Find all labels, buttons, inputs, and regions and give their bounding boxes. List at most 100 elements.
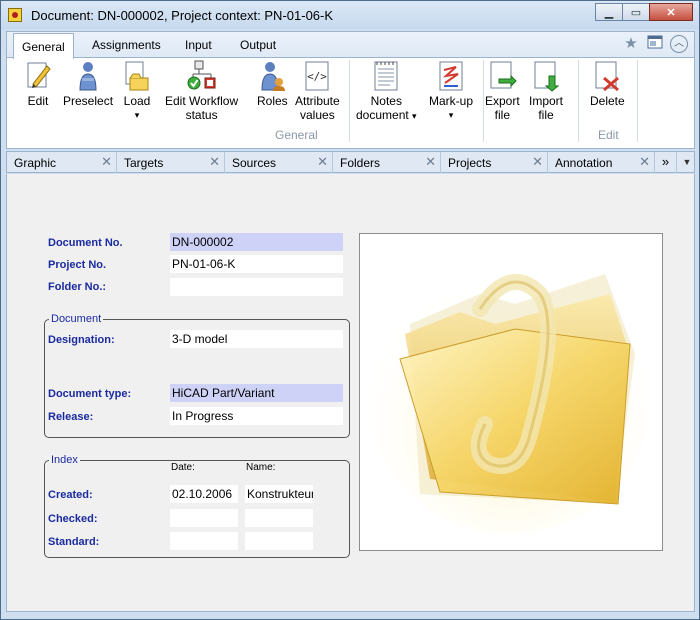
maximize-button[interactable]: ▭ [622, 3, 650, 21]
tab-assignments[interactable]: Assignments [92, 38, 161, 52]
tab-targets[interactable]: Targets ✕ [117, 152, 225, 173]
star-icon[interactable]: ★ [622, 35, 640, 53]
maximize-icon: ▭ [630, 6, 642, 19]
export-file-label-2: file [494, 108, 511, 122]
notes-document-button[interactable]: Notes document ▾ [356, 60, 417, 123]
tab-projects[interactable]: Projects ✕ [441, 152, 548, 173]
tab-sources[interactable]: Sources ✕ [225, 152, 333, 173]
close-icon[interactable]: ✕ [532, 154, 543, 170]
release-field[interactable]: In Progress [170, 407, 343, 425]
group-label-edit: Edit [598, 128, 619, 142]
delete-icon [592, 60, 622, 92]
roles-button-label: Roles [257, 94, 288, 108]
title-bar[interactable]: Document: DN-000002, Project context: PN… [1, 1, 699, 29]
roles-icon [257, 60, 287, 92]
export-file-icon [487, 60, 518, 92]
created-date-field[interactable]: 02.10.2006 [170, 485, 238, 503]
markup-button[interactable]: Mark-up ▾ [429, 60, 473, 122]
document-window: Document: DN-000002, Project context: PN… [0, 0, 700, 620]
document-preview [359, 233, 663, 551]
created-label: Created: [48, 489, 93, 501]
document-group-title: Document [49, 313, 104, 325]
edit-button[interactable]: Edit [23, 60, 53, 108]
tab-sources-label: Sources [232, 156, 277, 170]
checked-label: Checked: [48, 513, 98, 525]
edit-workflow-status-button[interactable]: Edit Workflow status [165, 60, 238, 122]
import-file-button[interactable]: Import file [529, 60, 563, 122]
folder-no-field[interactable] [170, 278, 343, 296]
window-icon[interactable] [646, 35, 664, 53]
attribute-values-label-2: values [300, 108, 335, 122]
collapse-icon[interactable]: ︿ [670, 35, 688, 53]
load-button-label: Load [123, 94, 151, 108]
close-icon[interactable]: ✕ [101, 154, 112, 170]
export-file-button[interactable]: Export file [485, 60, 520, 122]
tab-list-dropdown[interactable]: ▼ [679, 152, 695, 173]
checked-date-field[interactable] [170, 509, 238, 527]
import-file-icon [531, 60, 561, 92]
edit-button-label: Edit [27, 94, 49, 108]
minimize-button[interactable]: ▁ [595, 3, 623, 21]
tab-targets-label: Targets [124, 156, 164, 170]
close-icon[interactable]: ✕ [209, 154, 220, 170]
close-icon[interactable]: ✕ [317, 154, 328, 170]
name-column-header: Name: [246, 462, 276, 473]
close-icon: ✕ [666, 6, 676, 19]
window-title: Document: DN-000002, Project context: PN… [31, 8, 334, 23]
markup-button-label: Mark-up [429, 94, 474, 108]
minimize-icon: ▁ [604, 6, 614, 19]
window-bottom-border [6, 612, 695, 618]
tab-output[interactable]: Output [240, 38, 276, 52]
more-tabs-button[interactable]: » [655, 152, 677, 173]
document-no-field[interactable]: DN-000002 [170, 233, 343, 251]
tab-folders-label: Folders [340, 156, 381, 170]
notes-document-label-1: Notes [370, 94, 402, 108]
markup-dropdown-arrow: ▾ [448, 110, 454, 120]
delete-button[interactable]: Delete [590, 60, 625, 108]
ribbon: General Assignments Input Output ★ ︿ Edi… [6, 31, 695, 149]
designation-field[interactable]: 3-D model [170, 330, 343, 348]
document-type-field[interactable]: HiCAD Part/Variant [170, 384, 343, 402]
close-icon[interactable]: ✕ [425, 154, 436, 170]
close-icon[interactable]: ✕ [639, 154, 650, 170]
tab-folders[interactable]: Folders ✕ [333, 152, 441, 173]
workflow-status-icon [187, 60, 217, 92]
edit-workflow-label-1: Edit Workflow [165, 94, 239, 108]
release-label: Release: [48, 411, 94, 423]
checked-name-field[interactable] [245, 509, 313, 527]
document-type-label: Document type: [48, 388, 132, 400]
export-file-label-1: Export [485, 94, 520, 108]
import-file-label-1: Import [529, 94, 564, 108]
folder-preview-icon [370, 274, 650, 534]
preselect-button-label: Preselect [63, 94, 114, 108]
document-no-label: Document No. [48, 237, 123, 249]
svg-text:</>: </> [307, 70, 327, 83]
designation-label: Designation: [48, 334, 115, 346]
import-file-label-2: file [538, 108, 554, 122]
edit-workflow-label-2: status [185, 108, 218, 122]
preselect-button[interactable]: Preselect [63, 60, 113, 108]
markup-icon [436, 60, 466, 92]
attribute-values-label-1: Attribute [295, 94, 340, 108]
tab-input[interactable]: Input [185, 38, 212, 52]
edit-document-icon [23, 60, 53, 92]
ribbon-separator [483, 60, 484, 142]
created-name-field[interactable]: Konstrukteur [245, 485, 313, 503]
tab-projects-label: Projects [448, 156, 492, 170]
preselect-icon [73, 60, 103, 92]
window-controls: ▁ ▭ ✕ [595, 3, 693, 21]
standard-name-field[interactable] [245, 532, 313, 550]
tab-general[interactable]: General [13, 33, 74, 59]
attribute-values-button[interactable]: </> Attribute values [295, 60, 340, 122]
project-no-field[interactable]: PN-01-06-K [170, 255, 343, 273]
ribbon-tab-row: General Assignments Input Output ★ ︿ [7, 32, 694, 59]
close-button[interactable]: ✕ [649, 3, 693, 21]
notes-document-label-2: document ▾ [356, 108, 417, 122]
tab-annotation-label: Annotation [555, 156, 613, 170]
tab-graphic[interactable]: Graphic ✕ [7, 152, 117, 173]
index-group-title: Index [49, 454, 80, 466]
standard-date-field[interactable] [170, 532, 238, 550]
roles-button[interactable]: Roles [257, 60, 288, 108]
tab-annotation[interactable]: Annotation ✕ [548, 152, 655, 173]
load-button[interactable]: Load ▾ [122, 60, 152, 122]
